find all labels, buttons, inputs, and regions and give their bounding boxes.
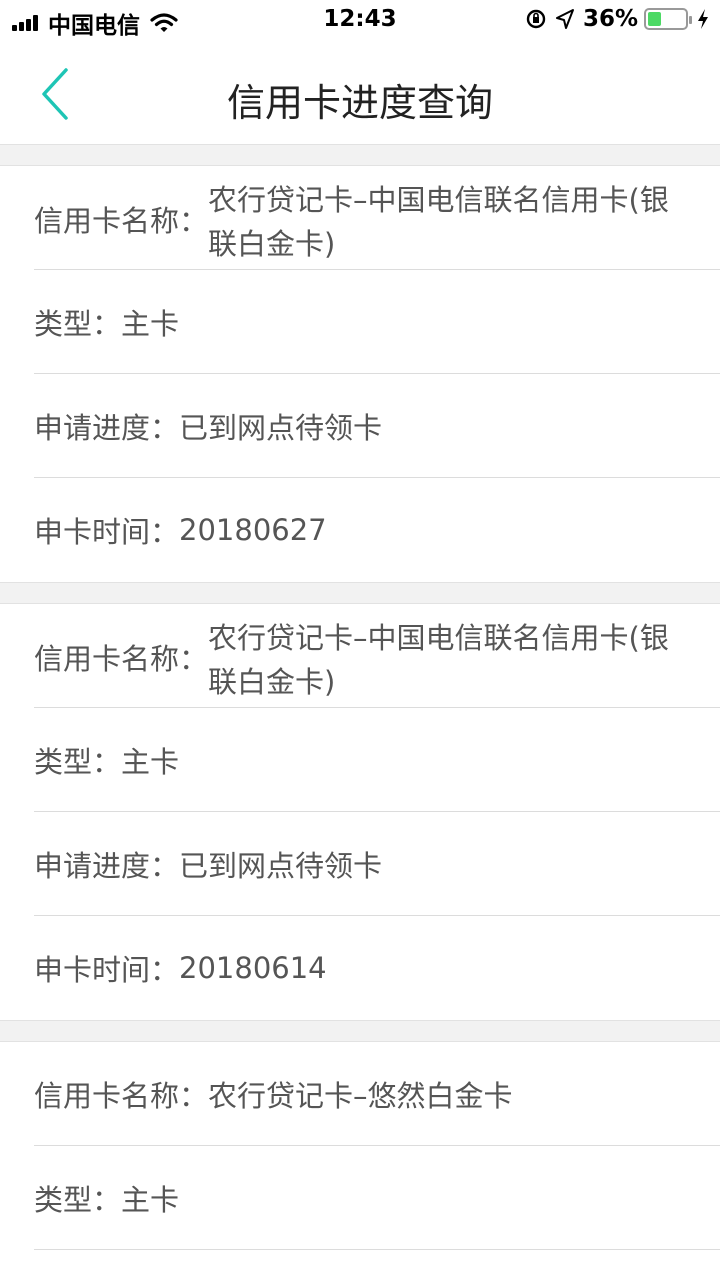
apply-date-value: 20180614 [179,951,327,985]
card-type-value: 主卡 [121,1182,180,1217]
apply-date-label: 申卡时间： [34,515,180,549]
card-name-label: 信用卡名称： [34,204,209,238]
card-type-value: 主卡 [121,306,180,341]
apply-date-value: 20180627 [179,513,327,547]
status-right: 36% [525,6,710,32]
progress-row: 申请进度： 已到网点待领卡 [34,374,720,478]
battery-icon [644,8,692,30]
card-type-row: 类型： 主卡 [34,270,720,374]
card-name-label: 信用卡名称： [34,642,209,676]
card-type-row: 类型： 主卡 [34,708,720,812]
card-type-label: 类型： [34,1182,122,1217]
card-record-2: 信用卡名称： 农行贷记卡–中国电信联名信用卡(银联白金卡) 类型： 主卡 申请进… [0,604,720,1020]
card-record-1: 信用卡名称： 农行贷记卡–中国电信联名信用卡(银联白金卡) 类型： 主卡 申请进… [0,166,720,582]
status-bar: 中国电信 12:43 36% [0,0,720,40]
orientation-lock-icon [526,9,546,29]
card-name-value: 农行贷记卡–悠然白金卡 [208,1078,513,1113]
progress-value: 已到网点待领卡 [179,848,383,883]
section-divider [0,1020,720,1042]
card-name-value: 农行贷记卡–中国电信联名信用卡(银联白金卡) [208,183,669,261]
card-name-row: 信用卡名称： 农行贷记卡–悠然白金卡 [34,1042,720,1146]
card-name-label: 信用卡名称： [34,1078,209,1113]
battery-level [648,12,661,26]
location-arrow-icon [555,9,574,29]
card-type-value: 主卡 [121,744,180,779]
charging-bolt-icon [698,9,708,29]
progress-label: 申请进度： [34,848,180,883]
card-type-label: 类型： [34,306,122,341]
apply-date-row: 申卡时间： 20180627 [0,478,720,582]
navigation-bar: 信用卡进度查询 [0,40,720,144]
apply-date-label: 申卡时间： [34,953,180,987]
card-record-3: 信用卡名称： 农行贷记卡–悠然白金卡 类型： 主卡 [0,1042,720,1250]
progress-list: 信用卡名称： 农行贷记卡–中国电信联名信用卡(银联白金卡) 类型： 主卡 申请进… [0,144,720,1250]
card-name-row: 信用卡名称： 农行贷记卡–中国电信联名信用卡(银联白金卡) [34,166,720,270]
battery-percent: 36% [582,6,638,32]
card-type-label: 类型： [34,744,122,779]
apply-date-row: 申卡时间： 20180614 [0,916,720,1020]
progress-row: 申请进度： 已到网点待领卡 [34,812,720,916]
section-divider [0,582,720,604]
card-name-row: 信用卡名称： 农行贷记卡–中国电信联名信用卡(银联白金卡) [34,604,720,708]
card-type-row: 类型： 主卡 [34,1146,720,1250]
page-title: 信用卡进度查询 [226,81,493,125]
progress-value: 已到网点待领卡 [179,410,383,445]
card-name-value: 农行贷记卡–中国电信联名信用卡(银联白金卡) [208,621,669,699]
section-divider [0,144,720,166]
progress-label: 申请进度： [34,410,180,445]
